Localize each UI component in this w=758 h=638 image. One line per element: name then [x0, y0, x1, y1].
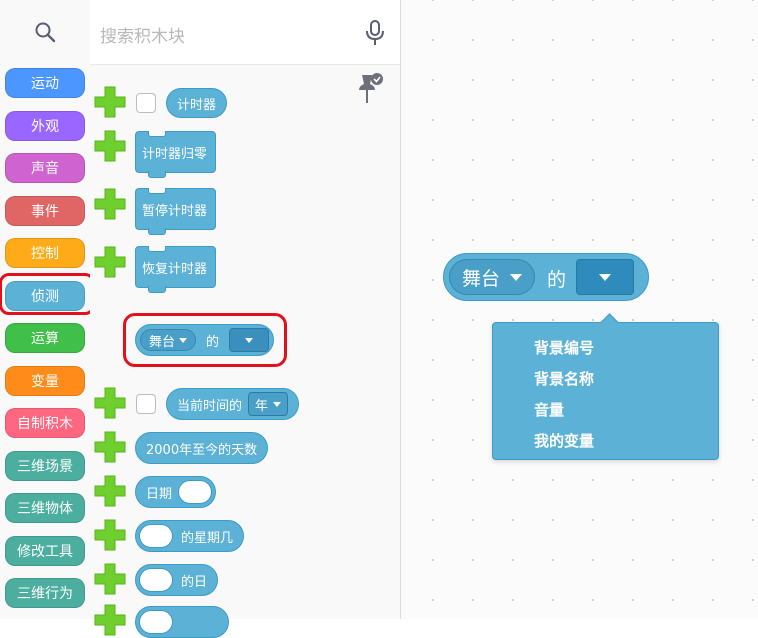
menu-item-backdrop-name[interactable]: 背景名称 — [534, 368, 594, 389]
current-time-label: 当前时间的 — [177, 398, 243, 414]
microphone-icon[interactable] — [365, 20, 385, 46]
add-block-icon[interactable] — [94, 387, 126, 419]
days-since-2000-block[interactable]: 2000年至今的天数 — [135, 432, 269, 464]
add-block-icon[interactable] — [94, 188, 126, 220]
workspace-of-label: 的 — [547, 269, 567, 291]
dropdown-arrow-icon — [510, 273, 523, 281]
time-unit-label: 年 — [255, 398, 269, 414]
reset-timer-label: 计时器归零 — [142, 146, 208, 162]
selected-category-highlight — [0, 273, 95, 315]
workspace-sensing-of-block[interactable]: 舞台 的 — [443, 253, 649, 301]
resume-timer-label: 恢复计时器 — [142, 261, 208, 277]
reset-timer-block[interactable]: 计时器归零 — [135, 131, 216, 178]
category-3d-scene[interactable]: 三维场景 — [5, 451, 85, 481]
category-control[interactable]: 控制 — [5, 238, 85, 268]
current-time-checkbox[interactable] — [136, 394, 156, 414]
add-block-icon[interactable] — [94, 246, 126, 278]
dropdown-arrow-icon — [599, 273, 611, 281]
block-highlight — [123, 313, 287, 367]
day-label: 的日 — [181, 574, 208, 590]
add-block-icon[interactable] — [94, 431, 126, 463]
block-palette: 搜索积木块 计时器 计时器归零 暂停计时器 恢复计时器 舞台 的 当前时间的 年… — [90, 0, 401, 638]
date-input-slot[interactable] — [178, 480, 213, 504]
code-workspace[interactable]: 舞台 的 背景编号 背景名称 音量 我的变量 — [401, 0, 758, 619]
timer-label: 计时器 — [177, 97, 217, 113]
block-search-input[interactable]: 搜索积木块 — [100, 22, 185, 47]
menu-item-backdrop-number[interactable]: 背景编号 — [534, 337, 594, 358]
category-sidebar: 运动 外观 声音 事件 控制 侦测 运算 变量 自制积木 三维场景 三维物体 修… — [0, 0, 95, 619]
category-3d-object[interactable]: 三维物体 — [5, 493, 85, 523]
add-block-icon[interactable] — [94, 86, 126, 118]
property-dropdown-menu: 背景编号 背景名称 音量 我的变量 — [492, 313, 719, 460]
partial-input-slot[interactable] — [139, 610, 173, 634]
day-input-slot[interactable] — [139, 568, 173, 592]
pause-timer-block[interactable]: 暂停计时器 — [135, 188, 216, 235]
category-3d-behavior[interactable]: 三维行为 — [5, 578, 85, 608]
add-block-icon[interactable] — [94, 563, 126, 595]
timer-block[interactable]: 计时器 — [166, 88, 228, 118]
current-time-block[interactable]: 当前时间的 年 — [166, 388, 300, 420]
day-block[interactable]: 的日 — [135, 564, 219, 596]
dropdown-arrow-icon — [273, 401, 282, 407]
add-block-icon[interactable] — [94, 475, 126, 507]
menu-pointer — [600, 313, 619, 332]
weekday-block[interactable]: 的星期几 — [135, 520, 245, 552]
weekday-input-slot[interactable] — [139, 524, 173, 548]
date-block[interactable]: 日期 — [135, 476, 217, 508]
timer-monitor-checkbox[interactable] — [136, 93, 156, 113]
date-label: 日期 — [146, 486, 173, 502]
search-toggle[interactable] — [0, 0, 90, 64]
workspace-target-dropdown[interactable]: 舞台 — [449, 259, 535, 295]
category-variables[interactable]: 变量 — [5, 366, 85, 396]
pause-timer-label: 暂停计时器 — [142, 203, 208, 219]
pin-icon[interactable] — [358, 72, 384, 106]
time-unit-dropdown[interactable]: 年 — [248, 392, 289, 416]
category-modify-tools[interactable]: 修改工具 — [5, 536, 85, 566]
category-operators[interactable]: 运算 — [5, 323, 85, 353]
category-motion[interactable]: 运动 — [5, 68, 85, 98]
menu-item-my-variable[interactable]: 我的变量 — [534, 430, 594, 451]
category-my-blocks[interactable]: 自制积木 — [5, 408, 85, 438]
category-sound[interactable]: 声音 — [5, 153, 85, 183]
add-block-icon[interactable] — [94, 130, 126, 162]
days-since-2000-label: 2000年至今的天数 — [146, 442, 258, 458]
add-block-icon[interactable] — [94, 519, 126, 551]
category-events[interactable]: 事件 — [5, 196, 85, 226]
workspace-target-label: 舞台 — [462, 267, 501, 290]
resume-timer-block[interactable]: 恢复计时器 — [135, 246, 216, 293]
weekday-label: 的星期几 — [181, 530, 234, 546]
menu-item-volume[interactable]: 音量 — [534, 399, 564, 420]
block-search-bar[interactable]: 搜索积木块 — [90, 0, 400, 65]
add-block-icon[interactable] — [94, 604, 126, 636]
partial-block[interactable] — [135, 606, 229, 638]
category-looks[interactable]: 外观 — [5, 111, 85, 141]
workspace-property-dropdown[interactable] — [576, 259, 634, 295]
search-icon[interactable] — [34, 21, 56, 43]
